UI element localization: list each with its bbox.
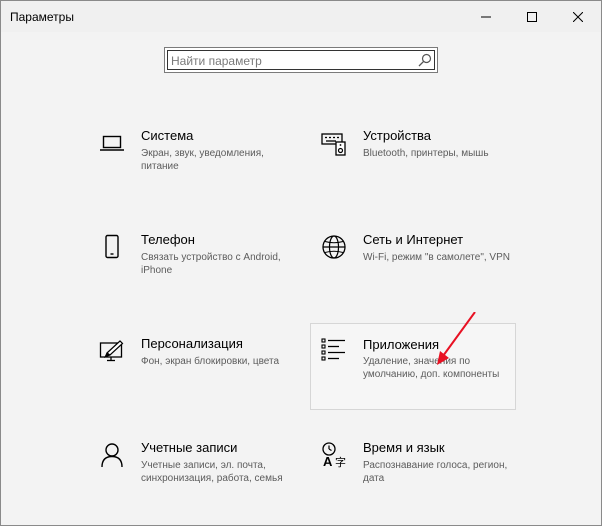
category-name: Система: [141, 128, 194, 143]
window-title: Параметры: [10, 10, 74, 24]
category-network[interactable]: Сеть и Интернет Wi-Fi, режим "в самолете…: [311, 224, 517, 310]
category-description: Фон, экран блокировки, цвета: [141, 356, 280, 367]
maximize-icon: [527, 11, 537, 22]
category-description: Wi-Fi, режим "в самолете", VPN: [363, 252, 510, 263]
person-icon: [101, 443, 123, 468]
devices-icon: [321, 133, 346, 156]
laptop-icon: [100, 135, 124, 151]
minimize-icon: [481, 16, 491, 17]
category-description: Связать устройство с Android, iPhone: [141, 252, 281, 276]
category-phone[interactable]: Телефон Связать устройство с Android, iP…: [89, 224, 295, 310]
search-input[interactable]: [171, 51, 416, 70]
close-button[interactable]: [555, 1, 601, 32]
search-icon[interactable]: [418, 53, 432, 67]
search-box[interactable]: [164, 47, 438, 73]
category-description: Экран, звук, уведомления, питание: [141, 148, 264, 172]
minimize-button[interactable]: [463, 1, 509, 32]
title-bar[interactable]: Параметры: [1, 1, 601, 32]
category-devices[interactable]: Устройства Bluetooth, принтеры, мышь: [311, 120, 517, 206]
settings-home: Система Экран, звук, уведомления, питани…: [1, 32, 601, 525]
phone-icon: [105, 234, 119, 259]
svg-text:A: A: [323, 454, 333, 468]
category-personalization[interactable]: Персонализация Фон, экран блокировки, цв…: [89, 328, 295, 414]
category-name: Время и язык: [363, 440, 445, 455]
category-apps[interactable]: Приложения Удаление, значения по умолчан…: [310, 323, 516, 410]
apps-list-icon: [321, 338, 345, 361]
category-name: Сеть и Интернет: [363, 232, 464, 247]
maximize-button[interactable]: [509, 1, 555, 32]
time-language-icon: A 字: [322, 442, 346, 468]
category-time-language[interactable]: A 字 Время и язык Распознавание голоса, р…: [311, 432, 517, 518]
category-description: Bluetooth, принтеры, мышь: [363, 148, 489, 159]
settings-window: Параметры Система Экран, звук, уведомл: [0, 0, 602, 526]
globe-icon: [322, 235, 346, 259]
category-name: Устройства: [363, 128, 432, 143]
annotation-arrow: [437, 312, 476, 365]
category-name: Учетные записи: [141, 440, 238, 455]
personalization-icon: [99, 340, 124, 362]
category-description: Учетные записи, эл. почта, синхронизация…: [141, 460, 283, 484]
category-description: Распознавание голоса, регион, дата: [363, 460, 508, 484]
category-name: Приложения: [363, 337, 440, 352]
category-system[interactable]: Система Экран, звук, уведомления, питани…: [89, 120, 295, 206]
category-name: Телефон: [141, 232, 195, 247]
svg-text:字: 字: [335, 455, 346, 468]
category-name: Персонализация: [141, 336, 243, 351]
category-accounts[interactable]: Учетные записи Учетные записи, эл. почта…: [89, 432, 295, 518]
close-icon: [573, 11, 583, 22]
